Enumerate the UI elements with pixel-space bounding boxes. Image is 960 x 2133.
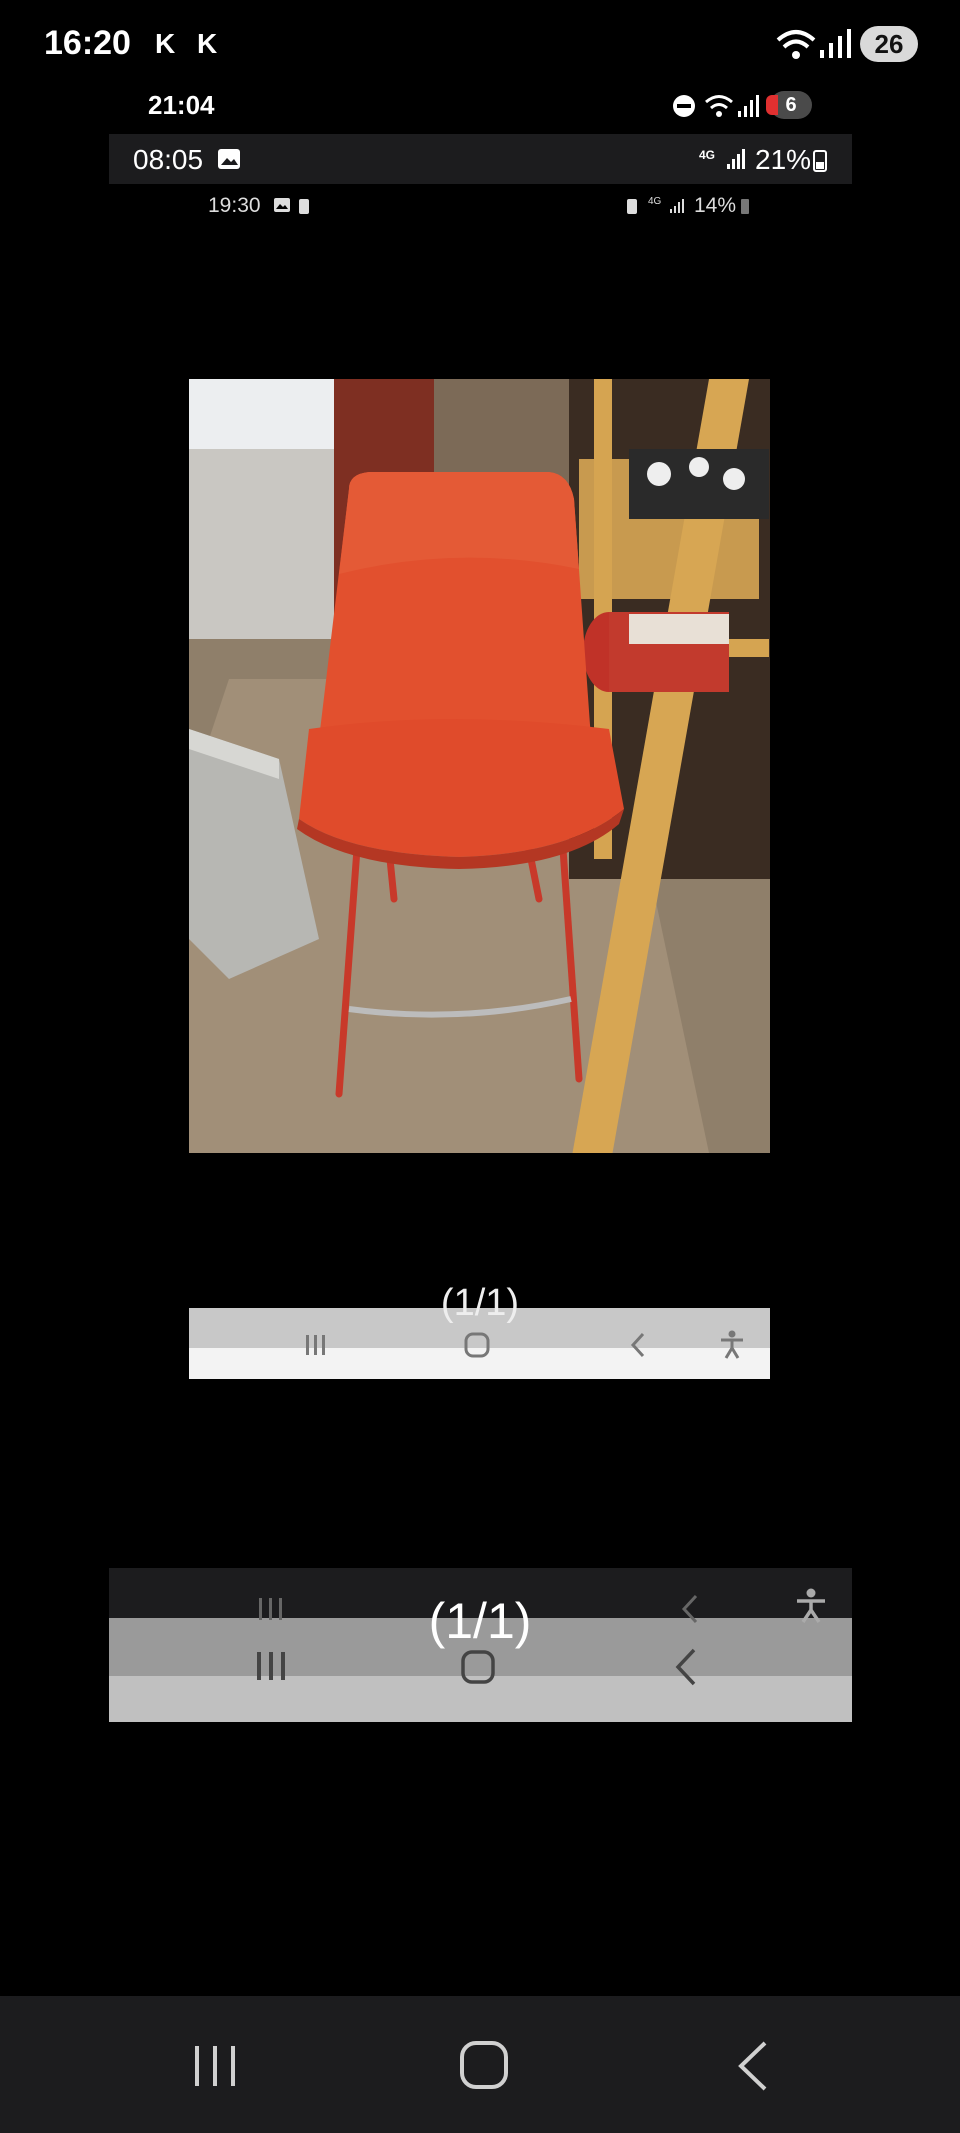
- back-icon[interactable]: [672, 1648, 698, 1686]
- notification-count-badge: 26: [860, 26, 918, 62]
- back-icon[interactable]: [629, 1332, 647, 1358]
- status-time: 16:20: [44, 24, 131, 62]
- battery-saver-icon: [627, 199, 637, 214]
- home-icon[interactable]: [464, 1332, 490, 1358]
- wifi-icon: [776, 30, 816, 59]
- signal-icon: [820, 29, 851, 58]
- image-counter: (1/1): [440, 1282, 520, 1324]
- battery-icon: [741, 199, 749, 214]
- system-navigation-bar: [0, 1996, 960, 2133]
- status-time: 21:04: [148, 90, 215, 120]
- network-type: 4G: [699, 148, 716, 162]
- home-icon[interactable]: [459, 2040, 509, 2090]
- recents-icon[interactable]: [255, 1650, 287, 1682]
- orange-bar-stool-image: [189, 379, 770, 1153]
- signal-icon: [738, 95, 759, 117]
- recents-icon[interactable]: [193, 2044, 237, 2088]
- battery-percent: 14%: [694, 194, 737, 217]
- image-counter-large: (1/1): [428, 1593, 532, 1649]
- gallery-icon: [218, 149, 240, 169]
- status-k-glyph: K: [197, 28, 218, 59]
- home-icon[interactable]: [461, 1650, 495, 1684]
- network-type: 4G: [648, 196, 662, 207]
- do-not-disturb-icon: [673, 95, 695, 117]
- battery-saver-icon: [299, 199, 309, 214]
- battery-icon: [813, 150, 827, 172]
- battery-percent: 21%: [755, 144, 812, 175]
- status-bar-3: 08:05 4G 21%: [109, 134, 852, 184]
- status-bar-outer: 16:20 K K 26: [0, 0, 960, 90]
- accessibility-icon[interactable]: [719, 1330, 745, 1360]
- wifi-icon: [705, 95, 733, 117]
- signal-icon: [727, 149, 745, 169]
- back-icon[interactable]: [735, 2040, 769, 2092]
- notification-count-badge: 6: [766, 91, 812, 119]
- status-k-glyph: K: [155, 28, 176, 59]
- status-time: 19:30: [208, 194, 261, 217]
- product-photo[interactable]: [189, 379, 770, 1153]
- recents-icon[interactable]: [304, 1333, 328, 1357]
- signal-icon: [670, 199, 684, 213]
- status-time: 08:05: [133, 144, 204, 175]
- gallery-icon: [274, 198, 290, 212]
